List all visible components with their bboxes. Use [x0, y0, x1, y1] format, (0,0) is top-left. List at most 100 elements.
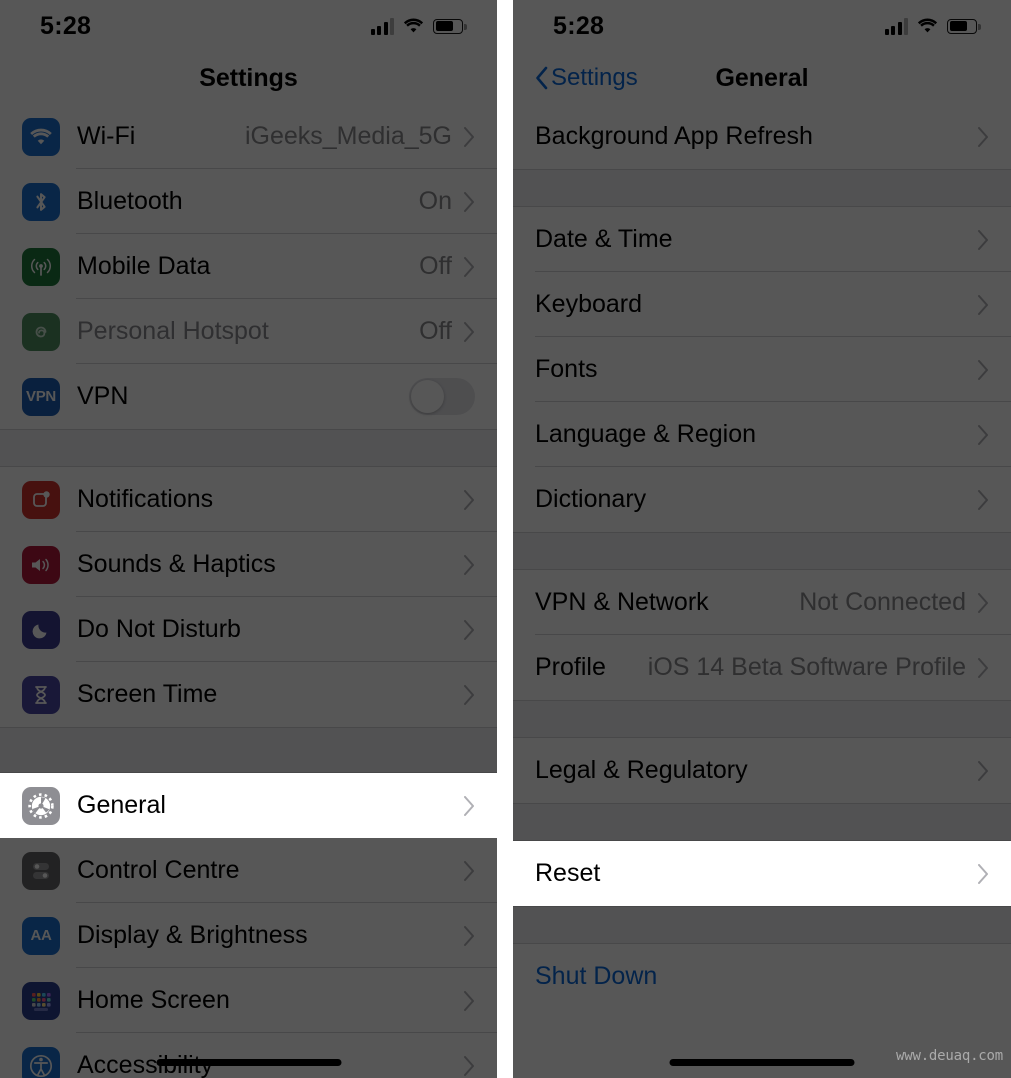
settings-row-label: Fonts [535, 355, 978, 384]
settings-panel-left: 5:28 Settings Wi-Fi [0, 0, 497, 1078]
general-row-keyboard[interactable]: Keyboard [513, 272, 1011, 337]
chevron-right-icon [464, 490, 475, 510]
settings-row-home-screen[interactable]: Home Screen [0, 968, 497, 1033]
hotspot-icon [22, 313, 60, 351]
chevron-right-icon [464, 926, 475, 946]
settings-row-vpn[interactable]: VPN VPN [0, 364, 497, 429]
general-group-legal: Legal & Regulatory [513, 738, 1011, 803]
general-row-vpn-network[interactable]: VPN & Network Not Connected [513, 570, 1011, 635]
settings-row-bluetooth[interactable]: Bluetooth On [0, 169, 497, 234]
settings-row-label: Notifications [77, 485, 464, 514]
group-separator [513, 803, 1011, 841]
settings-row-do-not-disturb[interactable]: Do Not Disturb [0, 597, 497, 662]
vpn-toggle[interactable] [409, 378, 475, 415]
settings-row-label: Display & Brightness [77, 921, 464, 950]
back-button-label: Settings [551, 64, 638, 92]
settings-row-label: Keyboard [535, 290, 978, 319]
settings-group-alerts: Notifications Sounds & Haptics [0, 467, 497, 727]
display-brightness-icon-label: AA [30, 927, 51, 944]
chevron-right-icon [464, 685, 475, 705]
settings-row-screen-time[interactable]: Screen Time [0, 662, 497, 727]
settings-row-label: Dictionary [535, 485, 978, 514]
general-row-shut-down[interactable]: Shut Down [513, 944, 1011, 1009]
settings-row-notifications[interactable]: Notifications [0, 467, 497, 532]
chevron-right-icon [978, 127, 989, 147]
wifi-icon [22, 118, 60, 156]
vpn-icon: VPN [22, 378, 60, 416]
general-group-background: Background App Refresh [513, 104, 1011, 169]
battery-icon [947, 19, 977, 34]
settings-row-sounds-haptics[interactable]: Sounds & Haptics [0, 532, 497, 597]
do-not-disturb-icon [22, 611, 60, 649]
settings-row-value: iGeeks_Media_5G [245, 122, 452, 151]
general-row-date-time[interactable]: Date & Time [513, 207, 1011, 272]
control-centre-icon [22, 852, 60, 890]
wifi-icon [917, 18, 938, 34]
settings-row-label: Bluetooth [77, 187, 419, 216]
chevron-right-icon [978, 761, 989, 781]
screen-time-icon [22, 676, 60, 714]
group-separator [513, 906, 1011, 944]
chevron-right-icon [464, 322, 475, 342]
status-bar-right: 5:28 [513, 0, 1011, 52]
general-group-shutdown: Shut Down [513, 944, 1011, 1009]
settings-row-display-brightness[interactable]: AA Display & Brightness [0, 903, 497, 968]
status-bar-left: 5:28 [0, 0, 497, 52]
status-bar-clock: 5:28 [553, 12, 604, 41]
vpn-icon-label: VPN [26, 388, 56, 405]
accessibility-icon [22, 1047, 60, 1078]
iphone-general-screen: 5:28 Settings General [513, 0, 1011, 1078]
settings-row-label: Language & Region [535, 420, 978, 449]
cellular-signal-icon [371, 18, 395, 35]
general-group-reset: Reset [513, 841, 1011, 906]
settings-row-personal-hotspot[interactable]: Personal Hotspot Off [0, 299, 497, 364]
settings-row-label: Control Centre [77, 856, 464, 885]
settings-row-wifi[interactable]: Wi-Fi iGeeks_Media_5G [0, 104, 497, 169]
sounds-haptics-icon [22, 546, 60, 584]
chevron-right-icon [464, 257, 475, 277]
general-group-locale: Date & Time Keyboard Fonts Language & Re… [513, 207, 1011, 532]
settings-row-general[interactable]: General [0, 773, 497, 838]
chevron-right-icon [978, 593, 989, 613]
general-row-profile[interactable]: Profile iOS 14 Beta Software Profile [513, 635, 1011, 700]
settings-row-label: Wi-Fi [77, 122, 245, 151]
settings-row-label: Background App Refresh [535, 122, 978, 151]
general-row-dictionary[interactable]: Dictionary [513, 467, 1011, 532]
chevron-right-icon [978, 490, 989, 510]
general-row-legal-regulatory[interactable]: Legal & Regulatory [513, 738, 1011, 803]
general-row-language-region[interactable]: Language & Region [513, 402, 1011, 467]
settings-row-label: Shut Down [535, 962, 989, 991]
general-row-fonts[interactable]: Fonts [513, 337, 1011, 402]
status-bar-icons [885, 18, 978, 35]
group-separator [513, 700, 1011, 738]
chevron-right-icon [464, 192, 475, 212]
settings-row-label: Legal & Regulatory [535, 756, 978, 785]
status-bar-icons [371, 18, 464, 35]
cellular-signal-icon [885, 18, 909, 35]
settings-row-control-centre[interactable]: Control Centre [0, 838, 497, 903]
status-bar-clock: 5:28 [40, 12, 91, 41]
back-button-settings[interactable]: Settings [535, 64, 638, 92]
cellular-antenna-icon [22, 248, 60, 286]
settings-row-mobile-data[interactable]: Mobile Data Off [0, 234, 497, 299]
group-separator [0, 727, 497, 773]
settings-group-system: General Control Centre [0, 773, 497, 1078]
settings-row-label: Personal Hotspot [77, 317, 419, 346]
general-row-reset[interactable]: Reset [513, 841, 1011, 906]
page-title-settings: Settings [199, 64, 298, 93]
group-separator [513, 169, 1011, 207]
group-separator [0, 429, 497, 467]
chevron-right-icon [464, 127, 475, 147]
general-row-background-app-refresh[interactable]: Background App Refresh [513, 104, 1011, 169]
settings-row-label: Date & Time [535, 225, 978, 254]
gear-icon [22, 787, 60, 825]
general-group-network-profile: VPN & Network Not Connected Profile iOS … [513, 570, 1011, 700]
settings-row-label: Reset [535, 859, 978, 888]
chevron-left-icon [535, 66, 549, 90]
chevron-right-icon [978, 295, 989, 315]
settings-row-label: Sounds & Haptics [77, 550, 464, 579]
chevron-right-icon [978, 360, 989, 380]
settings-row-label: Profile [535, 653, 648, 682]
settings-row-value: iOS 14 Beta Software Profile [648, 653, 966, 682]
settings-row-accessibility[interactable]: Accessibility [0, 1033, 497, 1078]
